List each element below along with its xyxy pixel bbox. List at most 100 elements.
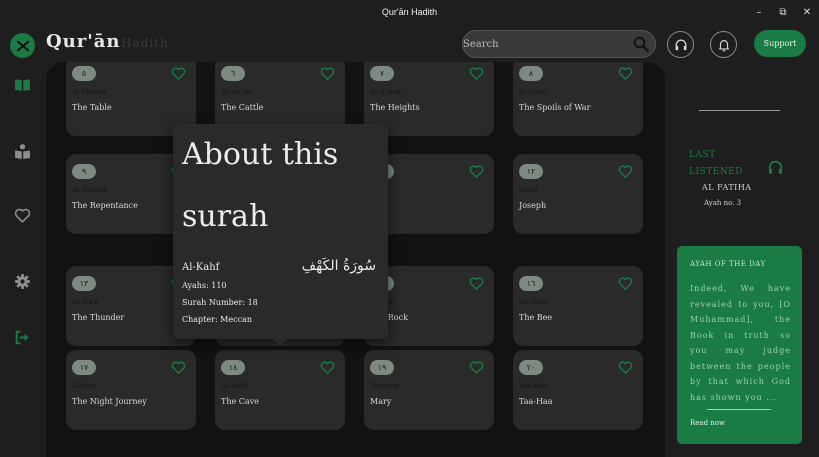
surah-number-badge: ٥ — [72, 66, 96, 81]
surah-english-name: The Spoils of War — [519, 103, 591, 112]
surah-english-name: The Table — [72, 103, 112, 112]
maximize-button[interactable]: ⧉ — [771, 0, 795, 24]
surah-english-name: Mary — [370, 397, 392, 406]
surah-number-badge: ٩ — [72, 164, 96, 179]
app-header: Qur'ān Hadith Support — [0, 24, 819, 64]
logout-icon — [15, 330, 28, 344]
ayah-of-the-day-card: AYAH OF THE DAY Indeed, We have revealed… — [677, 246, 802, 444]
read-now-link[interactable]: Read now — [690, 419, 725, 427]
favorite-heart-icon[interactable] — [171, 360, 186, 375]
surah-transliteration: Al-A'araf — [370, 88, 401, 96]
notifications-button[interactable] — [710, 31, 737, 58]
last-listened-ayah: Ayah no. 3 — [704, 199, 742, 207]
surah-number-badge: ١٩ — [370, 360, 394, 375]
favorite-heart-icon[interactable] — [320, 66, 335, 81]
ayah-of-the-day-title: AYAH OF THE DAY — [690, 260, 766, 268]
popover-surah-number: Surah Number: 18 — [182, 298, 258, 307]
sidebar-item-settings[interactable] — [12, 271, 32, 291]
favorite-heart-icon[interactable] — [469, 276, 484, 291]
surah-transliteration: An-Nahl — [519, 298, 548, 306]
surah-card[interactable]: ١٧ Al-Isra The Night Journey — [66, 350, 196, 430]
sidebar-item-logout[interactable] — [12, 327, 32, 347]
logo[interactable] — [10, 33, 35, 58]
close-button[interactable]: ✕ — [795, 0, 819, 24]
popover-title: About this surah — [182, 137, 339, 234]
surah-transliteration: Al-Anfal — [519, 88, 548, 96]
surah-info-popover: About this surah Al-Kahf سُورَةُ الكَهْف… — [173, 124, 388, 346]
surah-card[interactable]: ٨ Al-Anfal The Spoils of War — [513, 62, 643, 136]
surah-english-name: The Heights — [370, 103, 420, 112]
surah-english-name: The Cattle — [221, 103, 264, 112]
surah-number-badge: ١٢ — [519, 164, 543, 179]
surah-card[interactable]: ١٦ An-Nahl The Bee — [513, 266, 643, 346]
search-input[interactable] — [463, 31, 628, 57]
surah-number-badge: ٢٠ — [519, 360, 543, 375]
surah-number-badge: ٦ — [221, 66, 245, 81]
surah-card[interactable]: ١٨ Al-Kahf The Cave — [215, 350, 345, 430]
surah-transliteration: Al-Isra — [72, 382, 96, 390]
bell-icon — [718, 39, 729, 51]
surah-transliteration: Yusuf — [519, 186, 539, 194]
favorite-heart-icon[interactable] — [618, 66, 633, 81]
favorite-heart-icon[interactable] — [171, 66, 186, 81]
title-bar: Qur'ān Hadith – ⧉ ✕ — [0, 0, 819, 24]
surah-number-badge: ١٨ — [221, 360, 245, 375]
book-open-icon — [14, 78, 30, 91]
brand-subtitle: Hadith — [121, 36, 169, 50]
heart-icon — [14, 208, 30, 223]
surah-english-name: The Bee — [519, 313, 553, 322]
popover-surah-name: Al-Kahf — [182, 262, 220, 273]
quran-logo-icon — [16, 40, 29, 51]
sidebar-item-favorites[interactable] — [12, 205, 32, 225]
window-title: Qur'ān Hadith — [381, 7, 438, 17]
surah-number-badge: ٧ — [370, 66, 394, 81]
surah-transliteration: At-Taubah — [72, 186, 108, 194]
audio-button[interactable] — [667, 31, 694, 58]
surah-english-name: The Cave — [221, 397, 259, 406]
favorite-heart-icon[interactable] — [618, 360, 633, 375]
brand-title: Qur'ān — [46, 31, 121, 52]
search-bar[interactable] — [462, 30, 656, 58]
favorite-heart-icon[interactable] — [618, 276, 633, 291]
favorite-heart-icon[interactable] — [469, 164, 484, 179]
surah-card[interactable]: ١٢ Yusuf Joseph — [513, 154, 643, 234]
surah-english-name: Taa-Haa — [519, 397, 553, 406]
headphones-icon[interactable] — [767, 159, 784, 176]
ayah-of-the-day-text: Indeed, We have revealed to you, [O Muha… — [690, 284, 791, 402]
favorite-heart-icon[interactable] — [320, 360, 335, 375]
surah-english-name: The Night Journey — [72, 397, 147, 406]
surah-card[interactable]: ١٩ Maryam Mary — [364, 350, 494, 430]
surah-transliteration: Ar-Ra'd — [72, 298, 99, 306]
popover-surah-arabic: سُورَةُ الكَهْفِ — [301, 258, 376, 274]
right-divider — [699, 110, 780, 111]
surah-english-name: The Thunder — [72, 313, 125, 322]
favorite-heart-icon[interactable] — [469, 360, 484, 375]
window-controls: – ⧉ ✕ — [747, 0, 819, 24]
popover-ayahs: Ayahs: 110 — [182, 281, 227, 290]
surah-transliteration: Al-Maeda — [72, 88, 106, 96]
surah-number-badge: ١٦ — [519, 276, 543, 291]
surah-number-badge: ١٣ — [72, 276, 96, 291]
surah-english-name: The Repentance — [72, 201, 138, 210]
reader-icon — [14, 143, 30, 159]
surah-transliteration: Maryam — [370, 382, 400, 390]
surah-number-badge: ٨ — [519, 66, 543, 81]
sidebar-item-reading[interactable] — [12, 141, 32, 161]
surah-number-badge: ١٧ — [72, 360, 96, 375]
favorite-heart-icon[interactable] — [618, 164, 633, 179]
surah-transliteration: Al-Kahf — [221, 382, 248, 390]
ayah-divider — [707, 409, 771, 410]
popover-chapter: Chapter: Meccan — [182, 315, 252, 324]
surah-transliteration: Al-An'am — [221, 88, 253, 96]
support-button[interactable]: Support — [754, 30, 806, 57]
surah-transliteration: Taa-Haa — [519, 382, 549, 390]
search-icon[interactable] — [633, 36, 649, 52]
last-listened-label: LAST LISTENED — [689, 150, 743, 177]
favorite-heart-icon[interactable] — [469, 66, 484, 81]
headphones-icon — [675, 39, 686, 50]
surah-card[interactable]: ٢٠ Taa-Haa Taa-Haa — [513, 350, 643, 430]
minimize-button[interactable]: – — [747, 0, 771, 24]
surah-english-name: Joseph — [519, 201, 547, 210]
last-listened-surah[interactable]: AL FATIHA — [702, 183, 752, 192]
sidebar-item-quran[interactable] — [12, 74, 32, 94]
